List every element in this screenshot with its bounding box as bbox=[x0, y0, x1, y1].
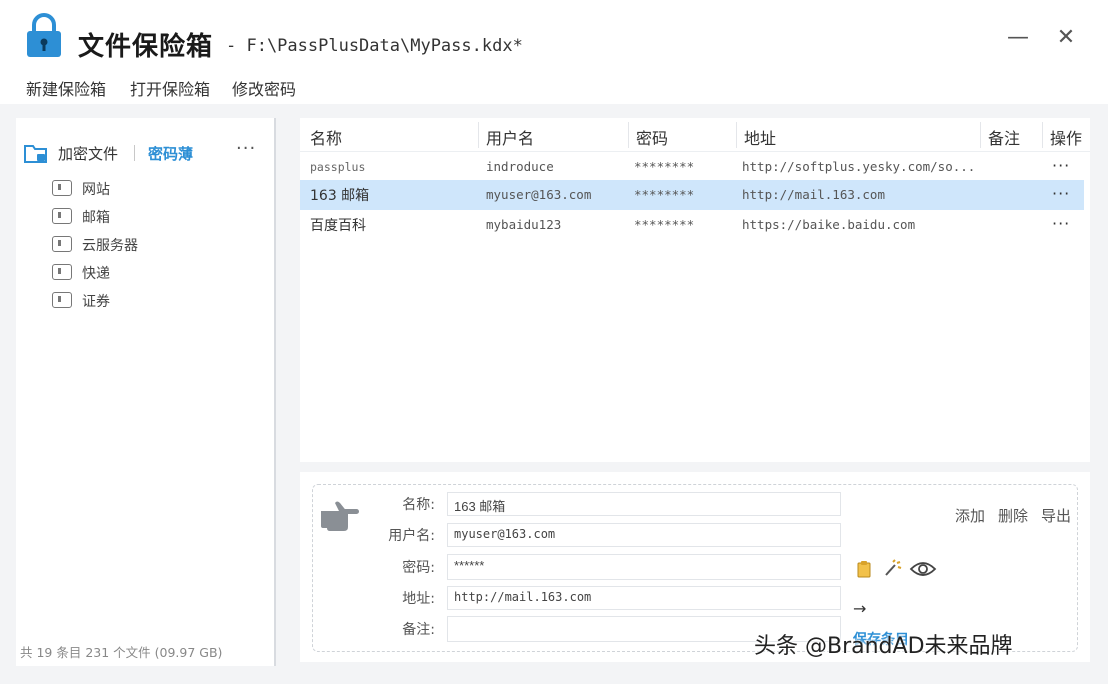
category-label: 快递 bbox=[82, 266, 110, 282]
tab-encrypted-files[interactable]: 加密文件 bbox=[58, 143, 118, 164]
category-label: 网站 bbox=[82, 182, 110, 198]
cell-password: ******** bbox=[634, 187, 695, 202]
sidebar-more-button[interactable]: ··· bbox=[236, 138, 256, 159]
watermark: 头条 @BrandAD未来品牌 bbox=[754, 634, 1013, 659]
close-button[interactable]: ✕ bbox=[1052, 24, 1080, 52]
pointing-hand-icon bbox=[321, 501, 359, 531]
header-actions[interactable]: 操作 bbox=[1050, 125, 1082, 149]
status-summary: 共 19 条目 231 个文件 (09.97 GB) bbox=[20, 645, 223, 660]
column-separator[interactable] bbox=[628, 122, 629, 148]
header-password[interactable]: 密码 bbox=[636, 125, 668, 149]
label-url: 地址: bbox=[402, 591, 435, 607]
category-item-securities[interactable]: 证券 bbox=[52, 288, 252, 316]
category-item-website[interactable]: 网站 bbox=[52, 176, 252, 204]
add-button[interactable]: 添加 bbox=[955, 505, 985, 526]
cell-name: 163 邮箱 bbox=[310, 188, 370, 204]
delete-button[interactable]: 删除 bbox=[998, 505, 1028, 526]
minimize-button[interactable]: — bbox=[1004, 24, 1032, 52]
row-more-button[interactable]: ··· bbox=[1052, 214, 1070, 233]
table-row-selected[interactable]: 163 邮箱 myuser@163.com ******** http://ma… bbox=[300, 180, 1084, 210]
eye-icon[interactable] bbox=[909, 559, 937, 579]
cell-username: myuser@163.com bbox=[486, 187, 592, 202]
row-more-button[interactable]: ··· bbox=[1052, 156, 1070, 175]
column-separator[interactable] bbox=[736, 122, 737, 148]
category-list: 网站 邮箱 云服务器 快递 证券 bbox=[52, 176, 252, 316]
header-url[interactable]: 地址 bbox=[744, 125, 776, 149]
label-password: 密码: bbox=[402, 560, 435, 576]
column-separator[interactable] bbox=[1042, 122, 1043, 148]
sidebar-tabs: 加密文件 密码薄 ··· bbox=[24, 138, 268, 166]
column-separator[interactable] bbox=[980, 122, 981, 148]
export-button[interactable]: 导出 bbox=[1041, 505, 1071, 526]
category-label: 邮箱 bbox=[82, 210, 110, 226]
cell-name: 百度百科 bbox=[310, 218, 366, 234]
cell-username: indroduce bbox=[486, 159, 554, 174]
category-item-cloud-server[interactable]: 云服务器 bbox=[52, 232, 252, 260]
header-username[interactable]: 用户名 bbox=[486, 125, 534, 149]
file-path: - F:\PassPlusData\MyPass.kdx* bbox=[226, 36, 523, 56]
copy-icon[interactable] bbox=[855, 559, 875, 579]
cell-url: https://baike.baidu.com bbox=[742, 217, 916, 232]
cell-url: http://softplus.yesky.com/so... bbox=[742, 159, 976, 174]
title-bar: 文件保险箱 - F:\PassPlusData\MyPass.kdx* — ✕ bbox=[0, 0, 1108, 70]
url-field[interactable]: http://mail.163.com bbox=[447, 586, 841, 610]
app-title: 文件保险箱 bbox=[78, 32, 214, 62]
entry-form: 名称: 163 邮箱 用户名: myuser@163.com 密码: *****… bbox=[312, 484, 1078, 652]
menu-bar: 新建保险箱 打开保险箱 修改密码 bbox=[0, 70, 1108, 104]
header-note[interactable]: 备注 bbox=[988, 125, 1020, 149]
generate-password-icon[interactable] bbox=[883, 559, 905, 579]
password-table: 名称 用户名 密码 地址 备注 操作 passplus indroduce **… bbox=[300, 118, 1090, 462]
header-name[interactable]: 名称 bbox=[310, 125, 342, 149]
category-label: 云服务器 bbox=[82, 238, 138, 254]
cell-name: passplus bbox=[310, 160, 366, 174]
sidebar: 加密文件 密码薄 ··· 网站 邮箱 云服务器 快递 证券 共 19 条目 23… bbox=[16, 118, 276, 666]
password-field[interactable]: ****** bbox=[447, 554, 841, 580]
folder-lock-icon bbox=[24, 145, 47, 163]
category-icon bbox=[52, 208, 72, 224]
label-name: 名称: bbox=[402, 497, 435, 513]
tab-divider bbox=[134, 145, 135, 161]
tab-password-book[interactable]: 密码薄 bbox=[148, 143, 193, 164]
cell-url: http://mail.163.com bbox=[742, 187, 885, 202]
table-row[interactable]: 百度百科 mybaidu123 ******** https://baike.b… bbox=[300, 210, 1084, 240]
lock-icon bbox=[27, 13, 61, 57]
category-item-email[interactable]: 邮箱 bbox=[52, 204, 252, 232]
label-username: 用户名: bbox=[388, 528, 435, 544]
open-url-button[interactable]: → bbox=[853, 599, 866, 618]
category-icon bbox=[52, 292, 72, 308]
name-field[interactable]: 163 邮箱 bbox=[447, 492, 841, 516]
category-icon bbox=[52, 236, 72, 252]
menu-open-vault[interactable]: 打开保险箱 bbox=[130, 76, 210, 100]
category-label: 证券 bbox=[82, 294, 110, 310]
category-icon bbox=[52, 264, 72, 280]
cell-username: mybaidu123 bbox=[486, 217, 562, 232]
cell-password: ******** bbox=[634, 159, 695, 174]
row-more-button[interactable]: ··· bbox=[1052, 184, 1070, 203]
table-row[interactable]: passplus indroduce ******** http://softp… bbox=[300, 152, 1084, 182]
menu-change-password[interactable]: 修改密码 bbox=[232, 76, 296, 100]
category-icon bbox=[52, 180, 72, 196]
label-note: 备注: bbox=[402, 622, 435, 638]
category-item-express[interactable]: 快递 bbox=[52, 260, 252, 288]
table-header: 名称 用户名 密码 地址 备注 操作 bbox=[300, 118, 1090, 152]
menu-new-vault[interactable]: 新建保险箱 bbox=[26, 76, 106, 100]
username-field[interactable]: myuser@163.com bbox=[447, 523, 841, 547]
column-separator[interactable] bbox=[478, 122, 479, 148]
cell-password: ******** bbox=[634, 217, 695, 232]
